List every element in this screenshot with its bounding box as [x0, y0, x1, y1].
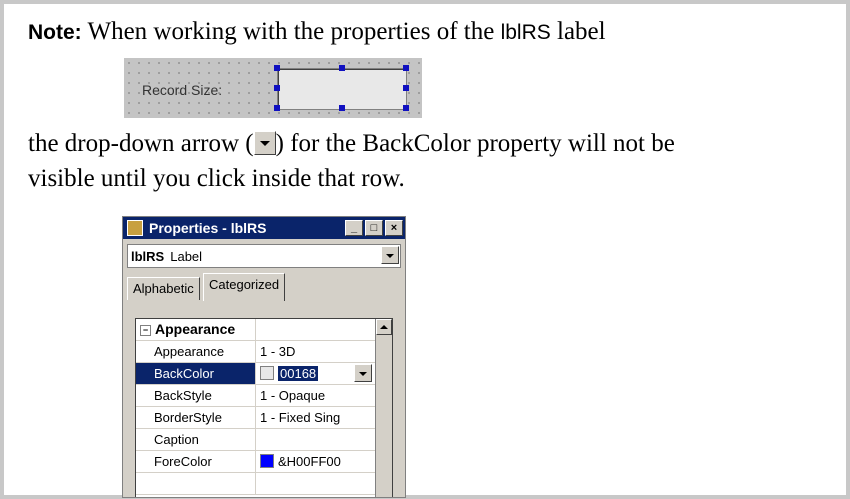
property-name: BackColor [136, 363, 256, 384]
object-selector[interactable]: lblRS Label [127, 244, 401, 268]
note-text-end: label [557, 18, 606, 45]
resize-handle[interactable] [403, 105, 409, 111]
explanation-text-a: the drop-down arrow ( [28, 130, 254, 157]
resize-handle[interactable] [339, 65, 345, 71]
properties-title: Properties - lblRS [149, 220, 267, 236]
property-value [256, 429, 376, 450]
property-value: 1 - Fixed Sing [260, 410, 341, 425]
properties-titlebar[interactable]: Properties - lblRS _ □ × [123, 217, 405, 239]
label-name: lblRS [500, 21, 551, 44]
maximize-button[interactable]: □ [365, 220, 383, 236]
property-row[interactable]: BorderStyle 1 - Fixed Sing [136, 407, 376, 429]
property-name: Appearance [136, 341, 256, 362]
color-swatch [260, 366, 274, 380]
property-value-cell: &H00FF00 [256, 451, 376, 472]
object-name: lblRS [131, 248, 165, 264]
note-text: When working with the properties of the [87, 18, 495, 45]
property-value: 1 - 3D [260, 344, 296, 359]
property-value: 00168 [278, 366, 319, 381]
property-value: 1 - Opaque [260, 388, 326, 403]
minimize-button[interactable]: _ [345, 220, 363, 236]
resize-handle[interactable] [339, 105, 345, 111]
note-label: Note: [28, 21, 82, 44]
properties-window: Properties - lblRS _ □ × lblRS Label Alp… [122, 216, 406, 498]
explanation-line-1: the drop-down arrow ( ) for the BackColor… [28, 130, 675, 158]
tab-alphabetic[interactable]: Alphabetic [127, 277, 200, 300]
explanation-line-2: visible until you click inside that row. [28, 165, 405, 192]
scrollbar[interactable] [375, 319, 392, 497]
property-name: ForeColor [136, 451, 256, 472]
resize-handle[interactable] [274, 85, 280, 91]
collapse-icon[interactable]: − [140, 325, 151, 336]
dropdown-arrow-icon [253, 131, 276, 155]
resize-handle[interactable] [274, 65, 280, 71]
record-size-caption: Record Size: [142, 82, 223, 98]
chevron-down-icon[interactable] [381, 246, 399, 264]
property-value: &H00FF00 [278, 454, 341, 469]
property-name: BackStyle [136, 385, 256, 406]
note-frame: Note: When working with the properties o… [0, 0, 850, 499]
property-name: Caption [136, 429, 256, 450]
record-size-label-mock: Record Size: [124, 58, 422, 118]
resize-handle[interactable] [403, 65, 409, 71]
object-type: Label [170, 248, 203, 264]
property-grid: − Appearance Appearance 1 - 3D BackColor … [135, 318, 393, 497]
tab-categorized[interactable]: Categorized [203, 273, 286, 301]
properties-tabs: Alphabetic Categorized [123, 273, 405, 301]
property-row-backcolor[interactable]: BackColor 00168 [136, 363, 376, 385]
note-line: Note: When working with the properties o… [28, 18, 606, 46]
property-row[interactable] [136, 473, 376, 495]
property-value-cell[interactable]: 00168 [256, 363, 376, 384]
category-row[interactable]: − Appearance [136, 319, 376, 341]
resize-handle[interactable] [403, 85, 409, 91]
color-swatch [260, 454, 274, 468]
property-name: BorderStyle [136, 407, 256, 428]
lblrs-label-box[interactable] [277, 68, 407, 110]
scroll-up-icon[interactable] [376, 319, 392, 335]
property-value [256, 319, 376, 340]
resize-handle[interactable] [274, 105, 280, 111]
backcolor-dropdown-arrow-icon[interactable] [354, 364, 372, 382]
property-name: Appearance [155, 321, 236, 337]
property-row[interactable]: BackStyle 1 - Opaque [136, 385, 376, 407]
property-row[interactable]: Caption [136, 429, 376, 451]
property-row[interactable]: ForeColor &H00FF00 [136, 451, 376, 473]
property-row[interactable]: Appearance 1 - 3D [136, 341, 376, 363]
close-button[interactable]: × [385, 220, 403, 236]
explanation-text-b: ) for the BackColor property will not be [275, 130, 675, 157]
properties-window-icon [127, 220, 143, 236]
